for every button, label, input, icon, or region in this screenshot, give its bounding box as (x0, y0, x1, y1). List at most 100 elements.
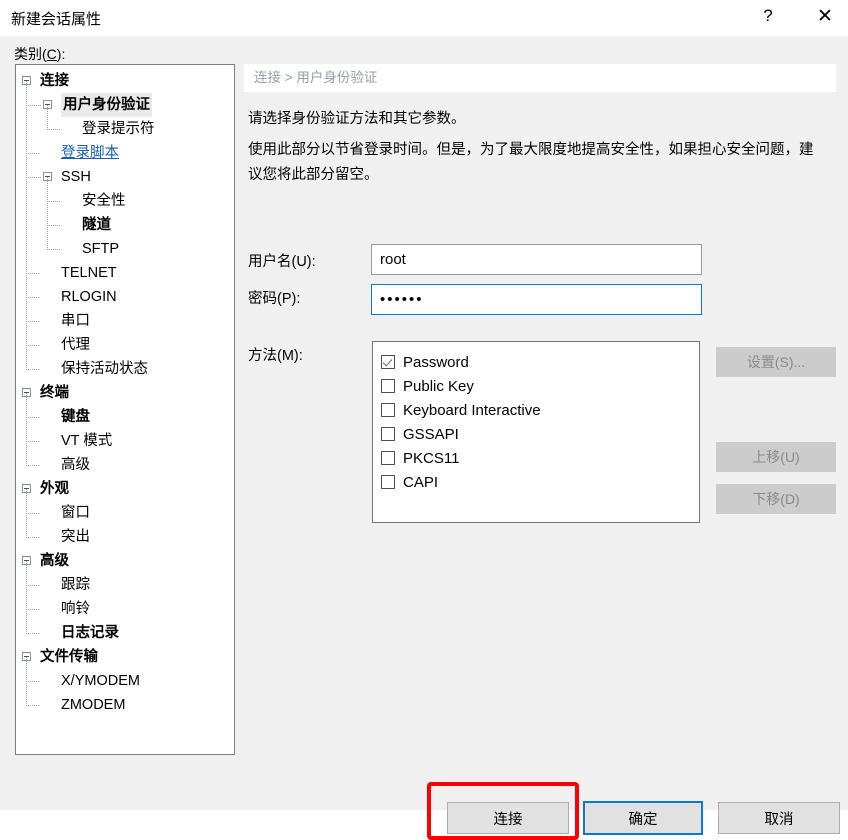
tree-connector-line (26, 369, 39, 370)
help-icon[interactable]: ? (745, 0, 791, 32)
window-title: 新建会话属性 (11, 11, 102, 28)
tree-item-label: SFTP (82, 241, 120, 257)
tree-item-label: RLOGIN (61, 289, 117, 305)
tree-item-label: SSH (61, 169, 91, 185)
auth-method-row[interactable]: Keyboard Interactive (381, 398, 699, 422)
auth-method-row[interactable]: Public Key (381, 374, 699, 398)
tree-connector-line (47, 201, 60, 202)
tree-item-20[interactable]: 突出 (16, 525, 234, 549)
category-tree-panel[interactable]: 连接用户身份验证登录提示符登录脚本 SSH 安全性隧道 SFTP TELNET RLOGI… (15, 64, 235, 755)
tree-connector-line (26, 609, 39, 610)
tree-item-19[interactable]: 窗口 (16, 501, 234, 525)
auth-method-row[interactable]: Password (381, 350, 699, 374)
tree-connector-line (47, 177, 48, 249)
auth-method-label: GSSAPI (403, 425, 459, 443)
tree-item-18[interactable]: 外观 (16, 477, 234, 501)
tree-item-24[interactable]: 日志记录 (16, 621, 234, 645)
tree-item-23[interactable]: 响铃 (16, 597, 234, 621)
tree-item-4[interactable]: 登录脚本 (16, 141, 234, 165)
breadcrumb: 连接 > 用户身份验证 (244, 64, 836, 92)
auth-method-row[interactable]: PKCS11 (381, 446, 699, 470)
settings-button[interactable]: 设置(S)... (716, 347, 836, 377)
method-label: 方法(M): (248, 348, 303, 364)
tree-connector-line (47, 105, 48, 129)
tree-item-label: 连接 (40, 73, 69, 89)
tree-item-label: 用户身份验证 (61, 93, 152, 117)
password-input[interactable]: •••••• (371, 284, 702, 315)
tree-connector-line (47, 225, 60, 226)
tree-connector-line (26, 273, 39, 274)
tree-item-label: 日志记录 (61, 625, 119, 641)
checkbox-icon[interactable] (381, 451, 395, 465)
username-input[interactable]: root (371, 244, 702, 275)
tree-item-15[interactable]: 键盘 (16, 405, 234, 429)
tree-connector-line (26, 465, 39, 466)
tree-item-9[interactable]: TELNET (16, 261, 234, 285)
auth-method-label: Keyboard Interactive (403, 401, 541, 419)
category-tree: 连接用户身份验证登录提示符登录脚本 SSH 安全性隧道 SFTP TELNET RLOGI… (16, 65, 234, 717)
tree-item-17[interactable]: 高级 (16, 453, 234, 477)
checkbox-icon[interactable] (381, 427, 395, 441)
tree-item-label: 高级 (40, 553, 69, 569)
tree-connector-line (26, 561, 27, 633)
tree-item-12[interactable]: 代理 (16, 333, 234, 357)
tree-item-label: 安全性 (82, 193, 126, 209)
title-bar: 新建会话属性 ? ✕ (0, 0, 848, 36)
move-up-button[interactable]: 上移(U) (716, 442, 836, 472)
tree-item-1[interactable]: 连接 (16, 69, 234, 93)
tree-connector-line (26, 297, 39, 298)
tree-item-27[interactable]: ZMODEM (16, 693, 234, 717)
checkbox-checked-icon[interactable] (381, 355, 395, 369)
tree-item-10[interactable]: RLOGIN (16, 285, 234, 309)
tree-item-label: 键盘 (61, 409, 90, 425)
tree-item-21[interactable]: 高级 (16, 549, 234, 573)
category-label: 类别(C): (14, 44, 65, 64)
auth-method-list[interactable]: Password Public Key Keyboard Interactive GS… (372, 341, 700, 523)
tree-item-label: 隧道 (82, 217, 111, 233)
close-icon[interactable]: ✕ (802, 0, 848, 32)
tree-connector-line (26, 705, 39, 706)
highlight-annotation-box (427, 782, 579, 840)
tree-connector-line (26, 81, 27, 369)
tree-item-label: 登录脚本 (61, 145, 119, 161)
checkbox-icon[interactable] (381, 475, 395, 489)
tree-item-11[interactable]: 串口 (16, 309, 234, 333)
tree-connector-line (26, 321, 39, 322)
cancel-button[interactable]: 取消 (718, 802, 840, 834)
auth-method-label: CAPI (403, 473, 439, 491)
auth-method-row[interactable]: CAPI (381, 470, 699, 494)
tree-item-label: 窗口 (61, 505, 90, 521)
tree-item-16[interactable]: VT 模式 (16, 429, 234, 453)
tree-connector-line (26, 585, 39, 586)
tree-item-label: 登录提示符 (82, 121, 155, 137)
dialog-body: 类别(C): 连接用户身份验证登录提示符登录脚本 SSH 安全性隧道 SFTP TELN… (0, 36, 848, 840)
tree-item-13[interactable]: 保持活动状态 (16, 357, 234, 381)
tree-connector-line (26, 537, 39, 538)
tree-item-label: TELNET (61, 265, 117, 281)
checkbox-icon[interactable] (381, 403, 395, 417)
tree-connector-line (26, 417, 39, 418)
move-down-button[interactable]: 下移(D) (716, 484, 836, 514)
tree-item-label: 外观 (40, 481, 69, 497)
tree-item-26[interactable]: X/YMODEM (16, 669, 234, 693)
ok-button[interactable]: 确定 (583, 801, 703, 835)
auth-method-label: Public Key (403, 377, 474, 395)
tree-connector-line (47, 249, 60, 250)
username-label: 用户名(U): (248, 254, 316, 270)
tree-connector-line (26, 345, 39, 346)
auth-method-label: PKCS11 (403, 449, 460, 467)
tree-item-25[interactable]: 文件传输 (16, 645, 234, 669)
tree-item-5[interactable]: SSH (16, 165, 234, 189)
tree-item-label: 代理 (61, 337, 90, 353)
tree-connector-line (47, 129, 60, 130)
tree-connector-line (26, 393, 27, 465)
checkbox-icon[interactable] (381, 379, 395, 393)
password-label: 密码(P): (248, 291, 301, 307)
tree-item-label: 跟踪 (61, 577, 90, 593)
tree-item-2[interactable]: 用户身份验证 (16, 93, 234, 117)
category-label-suffix: ): (56, 46, 66, 62)
tree-item-22[interactable]: 跟踪 (16, 573, 234, 597)
auth-method-row[interactable]: GSSAPI (381, 422, 699, 446)
tree-connector-line (26, 177, 42, 178)
tree-item-14[interactable]: 终端 (16, 381, 234, 405)
